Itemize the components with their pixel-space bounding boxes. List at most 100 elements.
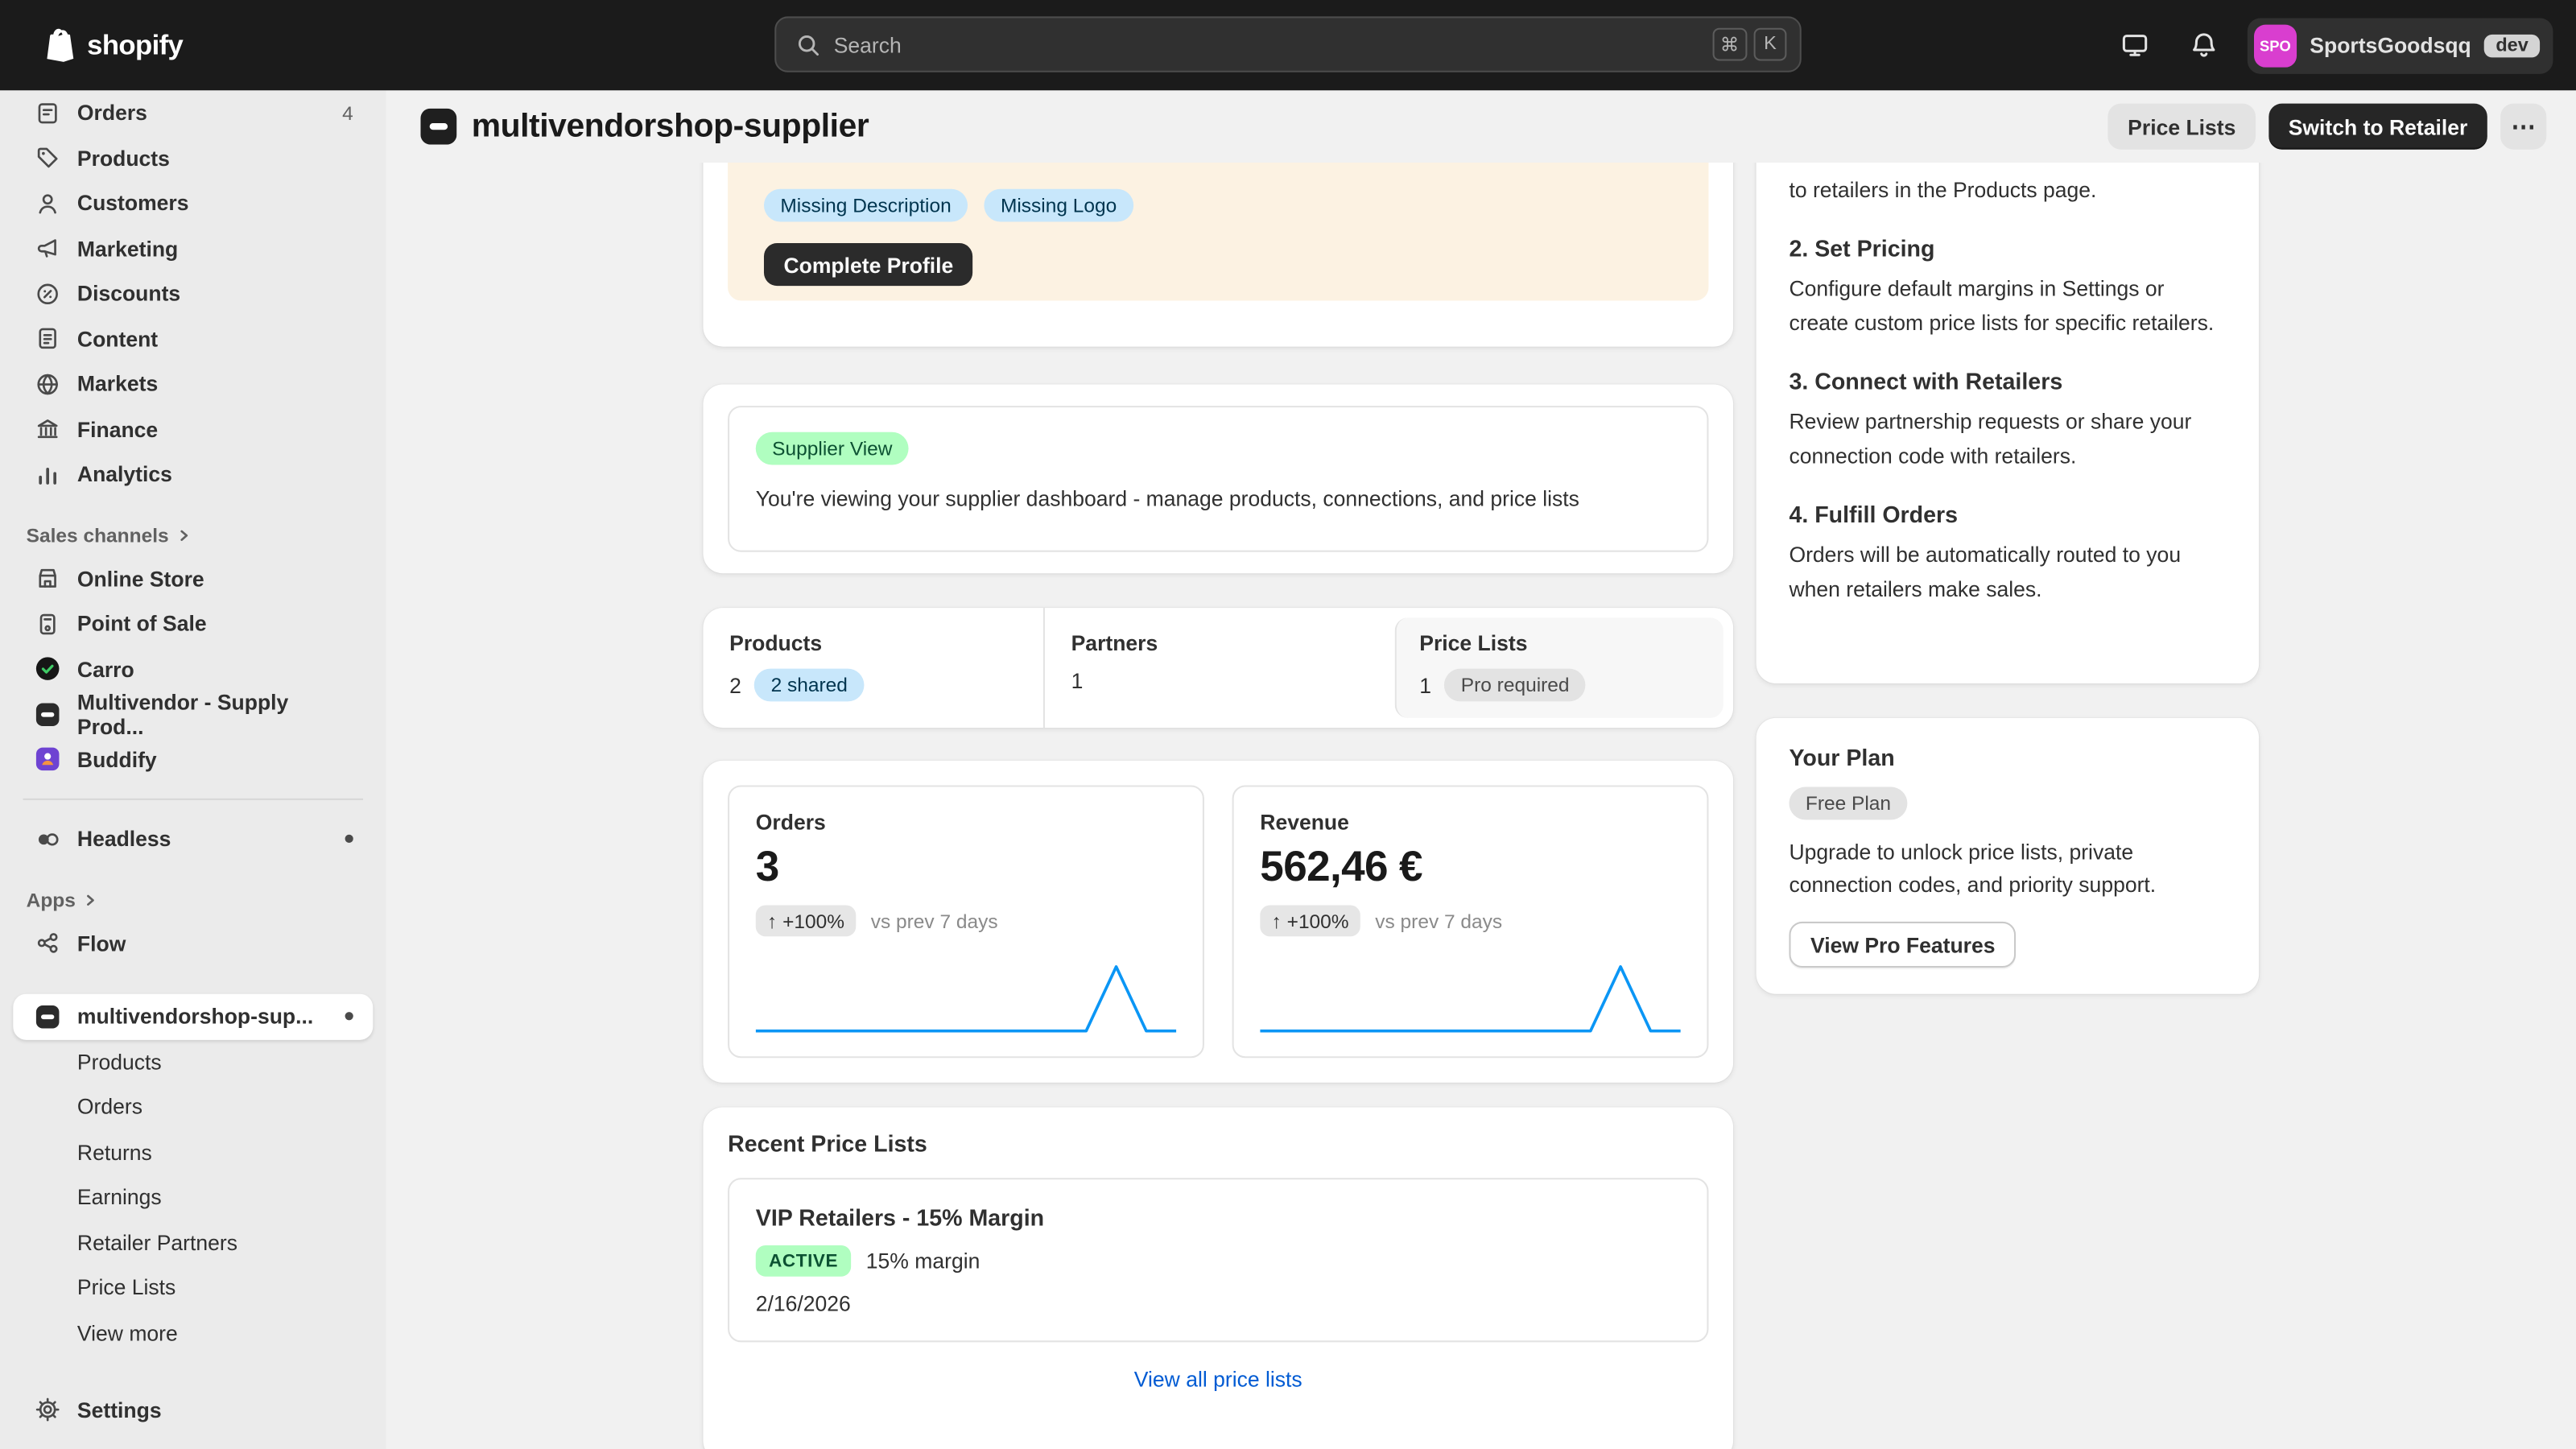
status-dot	[345, 1013, 353, 1021]
app-logo-icon	[420, 109, 456, 145]
chevron-right-icon	[84, 894, 97, 906]
shortcut-k-key: K	[1754, 28, 1787, 61]
content-scroll-area[interactable]: Missing Description Missing Logo Complet…	[386, 163, 2576, 1449]
setup-step4-text: Orders will be automatically routed to y…	[1789, 539, 2226, 606]
sidebar-item-headless[interactable]: Headless	[13, 816, 373, 861]
supplier-view-message: You're viewing your supplier dashboard -…	[756, 486, 1681, 511]
analytics-bars-icon	[33, 460, 61, 489]
sidebar-item-finance[interactable]: Finance	[13, 407, 373, 452]
sidebar-item-label: Multivendor - Supply Prod...	[77, 690, 353, 739]
flow-app-icon	[33, 930, 61, 958]
orders-sparkline	[756, 961, 1176, 1037]
search-bar[interactable]: Search ⌘ K	[774, 16, 1802, 72]
sidebar-item-multivendorshop-supplier-active[interactable]: multivendorshop-sup...	[13, 994, 373, 1039]
sidebar-item-content[interactable]: Content	[13, 316, 373, 361]
sidebar-item-label: Content	[77, 327, 158, 352]
shared-products-badge: 2 shared	[754, 669, 864, 702]
supplier-view-badge: Supplier View	[756, 432, 909, 465]
search-placeholder: Search	[834, 32, 1706, 57]
sidebar-item-label: Analytics	[77, 462, 172, 487]
buddify-app-icon	[33, 745, 61, 774]
your-plan-card: Your Plan Free Plan Upgrade to unlock pr…	[1757, 718, 2259, 994]
sidebar-item-label: Orders	[77, 101, 147, 126]
sidebar-item-label: Marketing	[77, 236, 178, 261]
sidebar-subitem-products[interactable]: Products	[13, 1039, 373, 1084]
header-actions: Price Lists Switch to Retailer ⋯	[2108, 104, 2547, 150]
monitor-icon[interactable]	[2109, 19, 2161, 71]
headless-icon	[33, 825, 61, 853]
sidebar-item-label: Buddify	[77, 747, 157, 772]
your-plan-title: Your Plan	[1789, 744, 2226, 770]
customers-icon	[33, 189, 61, 217]
sidebar-item-online-store[interactable]: Online Store	[13, 556, 373, 601]
sidebar-item-markets[interactable]: Markets	[13, 361, 373, 407]
sidebar-item-buddify[interactable]: Buddify	[13, 737, 373, 782]
sidebar-item-settings[interactable]: Settings	[13, 1387, 373, 1432]
online-store-icon	[33, 565, 61, 593]
topbar-right: SPO SportsGoodsqq dev	[2109, 17, 2553, 72]
sales-channels-section-header[interactable]: Sales channels	[27, 523, 360, 548]
revenue-sparkline	[1260, 961, 1680, 1037]
view-pro-features-button[interactable]: View Pro Features	[1789, 922, 2017, 968]
revenue-change-badge: ↑ +100%	[1260, 905, 1360, 936]
notifications-bell-icon[interactable]	[2178, 19, 2231, 71]
sidebar-item-label: Flow	[77, 931, 126, 956]
summary-stats-card: Products 2 2 shared Partners 1 Price L	[703, 608, 1733, 728]
sidebar-item-label: Discounts	[77, 281, 180, 306]
sidebar-item-customers[interactable]: Customers	[13, 180, 373, 225]
price-list-name: VIP Retailers - 15% Margin	[756, 1204, 1681, 1231]
price-list-item[interactable]: VIP Retailers - 15% Margin ACTIVE 15% ma…	[728, 1178, 1708, 1342]
setup-step3-title: 3. Connect with Retailers	[1789, 366, 2226, 396]
products-tag-icon	[33, 144, 61, 172]
setup-step1-text-clipped: to retailers in the Products page.	[1789, 174, 2226, 207]
view-all-price-lists-link[interactable]: View all price lists	[728, 1342, 1708, 1416]
store-account-chip[interactable]: SPO SportsGoodsqq dev	[2248, 17, 2553, 72]
sidebar-subitem-returns[interactable]: Returns	[13, 1129, 373, 1174]
stat-products-value: 2	[729, 673, 741, 698]
price-lists-button[interactable]: Price Lists	[2108, 104, 2256, 150]
main-area: multivendorshop-supplier Price Lists Swi…	[386, 90, 2576, 1449]
orders-metric: Orders 3 ↑ +100% vs prev 7 days	[728, 786, 1204, 1059]
revenue-metric: Revenue 562,46 € ↑ +100% vs prev 7 days	[1232, 786, 1709, 1059]
sidebar-item-label: Customers	[77, 191, 189, 216]
sidebar-item-flow[interactable]: Flow	[13, 921, 373, 966]
shortcut-cmd-key: ⌘	[1712, 28, 1748, 61]
price-list-date: 2/16/2026	[756, 1291, 1681, 1316]
topbar: shopify Search ⌘ K SPO SportsGoodsqq dev	[0, 0, 2576, 90]
sidebar-item-orders[interactable]: Orders 4	[13, 90, 373, 135]
sidebar-item-marketing[interactable]: Marketing	[13, 226, 373, 271]
shopify-logo[interactable]: shopify	[43, 27, 183, 64]
sidebar-item-point-of-sale[interactable]: Point of Sale	[13, 601, 373, 646]
sidebar-subitem-earnings[interactable]: Earnings	[13, 1174, 373, 1220]
center-column: Missing Description Missing Logo Complet…	[703, 163, 1733, 1449]
sidebar-subitem-orders[interactable]: Orders	[13, 1084, 373, 1129]
sidebar-item-label: Finance	[77, 417, 158, 442]
store-name: SportsGoodsqq	[2310, 33, 2471, 58]
stat-partners: Partners 1	[1043, 608, 1385, 728]
stat-price-lists-value: 1	[1419, 673, 1431, 698]
more-actions-button[interactable]: ⋯	[2500, 104, 2546, 150]
sidebar-subitem-retailer-partners[interactable]: Retailer Partners	[13, 1220, 373, 1265]
shopify-bag-icon	[43, 27, 77, 64]
setup-guide-card: to retailers in the Products page. 2. Se…	[1757, 163, 2259, 683]
multivendor-app-icon	[33, 1002, 61, 1030]
sidebar-nav: Orders 4 Products Customers Marketing Di…	[0, 90, 386, 1449]
sidebar-item-carro[interactable]: Carro	[13, 646, 373, 691]
apps-section-header[interactable]: Apps	[27, 888, 360, 913]
sidebar-subitem-view-more[interactable]: View more	[13, 1311, 373, 1356]
profile-alert-card: Missing Description Missing Logo Complet…	[703, 163, 1733, 347]
switch-to-retailer-button[interactable]: Switch to Retailer	[2268, 104, 2487, 150]
price-list-margin: 15% margin	[866, 1249, 980, 1274]
supplier-view-card: Supplier View You're viewing your suppli…	[703, 385, 1733, 574]
complete-profile-button[interactable]: Complete Profile	[764, 243, 973, 286]
sidebar-item-analytics[interactable]: Analytics	[13, 452, 373, 497]
sidebar-item-multivendor-channel[interactable]: Multivendor - Supply Prod...	[13, 691, 373, 737]
sidebar-item-discounts[interactable]: Discounts	[13, 271, 373, 316]
marketing-megaphone-icon	[33, 234, 61, 262]
store-avatar: SPO	[2254, 24, 2297, 67]
markets-globe-icon	[33, 370, 61, 398]
orders-change-badge: ↑ +100%	[756, 905, 857, 936]
sidebar-item-label: Headless	[77, 827, 171, 852]
sidebar-subitem-price-lists[interactable]: Price Lists	[13, 1265, 373, 1310]
sidebar-item-products[interactable]: Products	[13, 135, 373, 180]
